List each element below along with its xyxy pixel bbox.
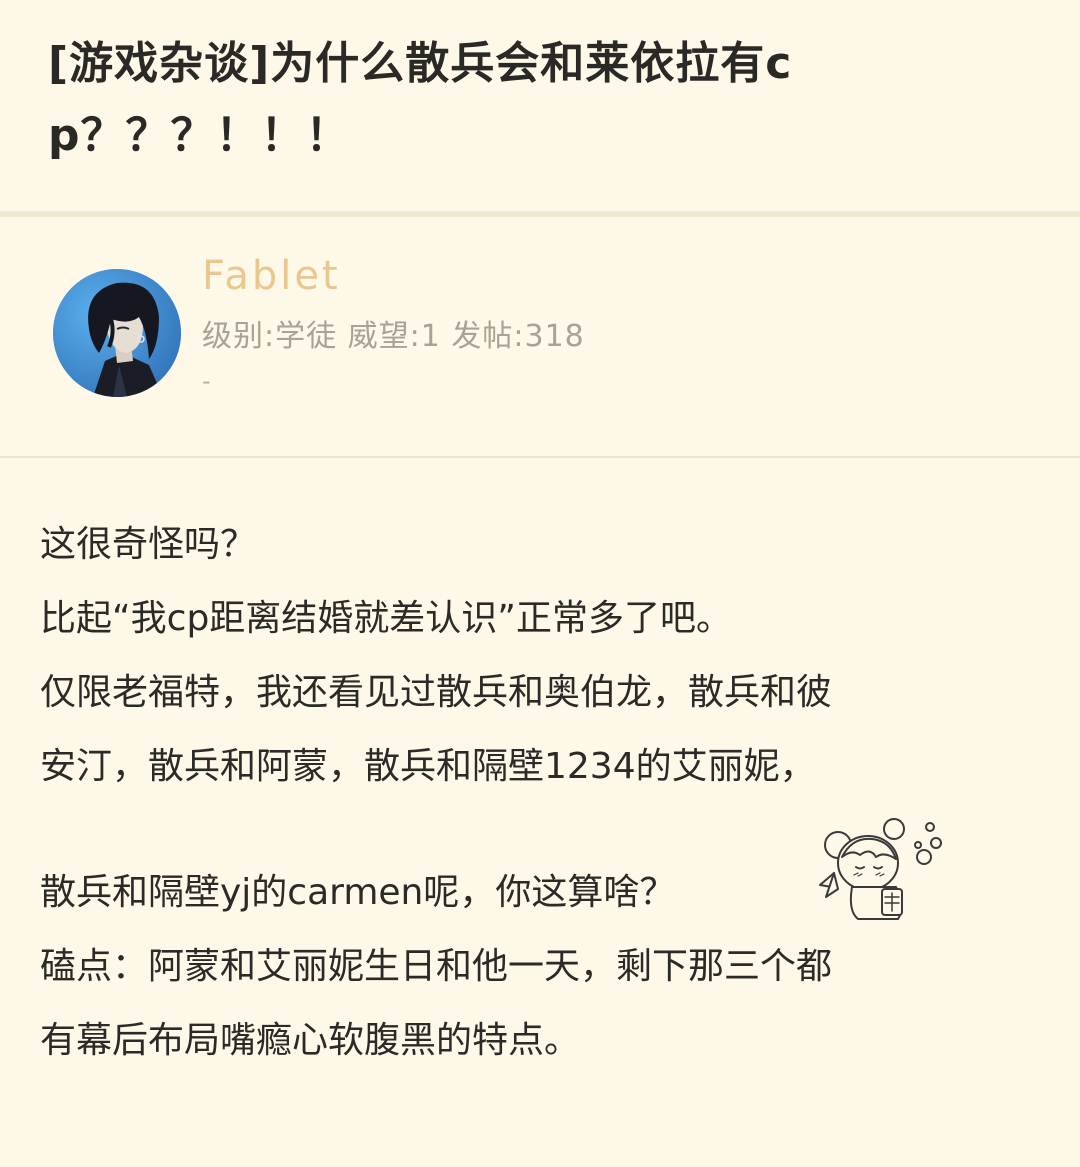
author-block: Fablet 级别:学徒 威望:1 发帖:318 - xyxy=(0,217,1080,457)
body-line: 有幕后布局嘴瘾心软腹黑的特点。 xyxy=(40,1020,581,1061)
sticker xyxy=(812,815,952,925)
author-signature: - xyxy=(202,367,211,395)
author-divider xyxy=(0,456,1080,458)
author-name[interactable]: Fablet xyxy=(202,253,341,299)
chibi-sticker-icon xyxy=(819,818,942,920)
body-line: 磕点：阿蒙和艾丽妮生日和他一天，剩下那三个都 xyxy=(40,946,833,987)
anime-avatar-icon xyxy=(53,269,181,397)
avatar[interactable] xyxy=(53,269,181,397)
post-title: [游戏杂谈]为什么散兵会和莱依拉有c p？？？！！！ xyxy=(48,28,1038,172)
body-line: 这很奇怪吗？ xyxy=(40,524,257,565)
body-line: 比起“我cp距离结婚就差认识”正常多了吧。 xyxy=(40,598,732,639)
post-title-line-1: [游戏杂谈]为什么散兵会和莱依拉有c xyxy=(48,38,793,89)
author-stats: 级别:学徒 威望:1 发帖:318 xyxy=(202,319,585,354)
post-body: 这很奇怪吗？ 比起“我cp距离结婚就差认识”正常多了吧。 仅限老福特，我还看见过… xyxy=(40,508,1050,1078)
body-line: 仅限老福特，我还看见过散兵和奥伯龙，散兵和彼 xyxy=(40,672,833,713)
title-bar: [游戏杂谈]为什么散兵会和莱依拉有c p？？？！！！ xyxy=(0,0,1080,212)
body-line: 安汀，散兵和阿蒙，散兵和隔壁1234的艾丽妮， xyxy=(40,746,816,787)
post-title-line-2: p？？？！！！ xyxy=(48,110,351,161)
